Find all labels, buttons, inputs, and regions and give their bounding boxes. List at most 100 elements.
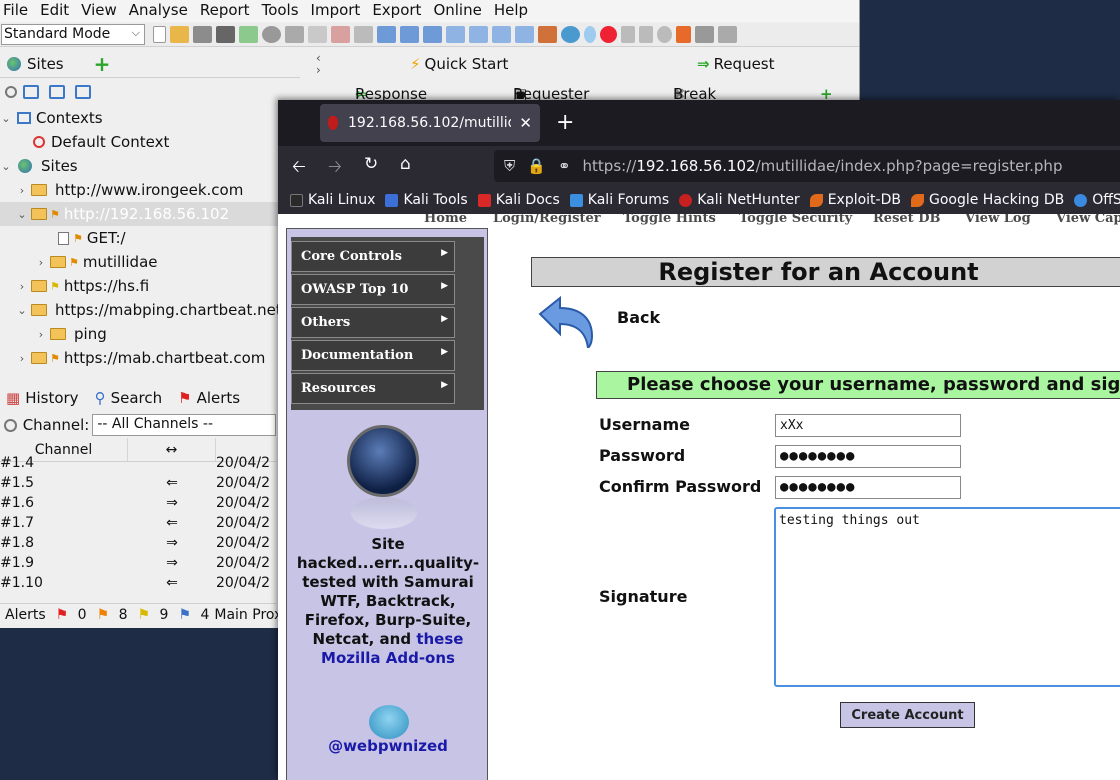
nav-toggle-hints[interactable]: Toggle Hints [623, 214, 716, 226]
panel-bottom-icon[interactable] [400, 26, 419, 43]
nav-home[interactable]: Home [424, 214, 467, 226]
new-context-icon[interactable] [23, 85, 39, 99]
username-field[interactable]: xXx [775, 414, 961, 437]
chevron-right-icon[interactable]: › [16, 280, 28, 293]
break-all-icon[interactable] [600, 26, 617, 43]
collapse-arrows-icon[interactable]: ‹ › [316, 52, 321, 76]
back-arrow-icon[interactable] [536, 296, 596, 348]
panel-full-icon[interactable] [423, 26, 442, 43]
back-link[interactable]: Back [617, 308, 660, 327]
snapshot-icon[interactable] [216, 26, 235, 43]
nav-login-register[interactable]: Login/Register [493, 214, 601, 226]
menu-analyse[interactable]: Analyse [128, 0, 197, 22]
tab-alerts[interactable]: ⚑ Alerts [178, 389, 240, 407]
encode-icon[interactable] [695, 26, 714, 43]
menu-report[interactable]: Report [199, 0, 259, 22]
signature-textarea[interactable]: testing things out [774, 507, 1120, 687]
table-row[interactable]: #1.5 ⇐ 20/04/2 [0, 473, 276, 493]
menu-documentation[interactable]: Documentation ▶ [291, 340, 455, 371]
scope-target-icon[interactable] [4, 418, 17, 432]
reload-icon[interactable]: ↻ [364, 154, 378, 174]
drop-icon[interactable] [657, 26, 672, 43]
bookmark-google-hacking-db[interactable]: Google Hacking DB [910, 192, 1064, 208]
manage-icon[interactable] [718, 26, 737, 43]
layout-split-icon[interactable] [446, 26, 465, 43]
bookmark-kali-linux[interactable]: Kali Linux [290, 192, 375, 208]
table-row[interactable]: #1.8 ⇒ 20/04/2 [0, 533, 276, 553]
tab-search[interactable]: ⚲ Search [95, 389, 163, 407]
menu-edit[interactable]: Edit [39, 0, 78, 22]
menu-file[interactable]: File [2, 0, 37, 22]
nav-view-captured[interactable]: View Capt [1056, 214, 1120, 226]
tree-node-mutillidae[interactable]: › ⚑ mutillidae [0, 250, 300, 274]
chevron-down-icon[interactable]: ⌄ [0, 160, 12, 173]
new-tab-plus-icon[interactable]: + [556, 110, 574, 135]
home-icon[interactable]: ⌂ [400, 154, 411, 174]
menu-import[interactable]: Import [310, 0, 370, 22]
continue-icon[interactable] [639, 26, 653, 43]
chevron-right-icon[interactable]: › [35, 328, 47, 341]
bookmark-kali-tools[interactable]: Kali Tools [385, 192, 468, 208]
forward-arrow-icon[interactable]: 🡢 [328, 154, 342, 183]
panel-left-icon[interactable] [377, 26, 396, 43]
chevron-right-icon[interactable]: › [35, 256, 47, 269]
create-account-button[interactable]: Create Account [840, 702, 975, 728]
password-field[interactable]: ●●●●●●●● [775, 445, 961, 468]
mode-select[interactable]: Standard Mode ⌵ [1, 24, 145, 45]
scope-target-icon[interactable] [5, 86, 17, 98]
step-icon[interactable] [621, 26, 635, 43]
tree-site-mab-chartbeat[interactable]: › ⚑ https://mab.chartbeat.com [0, 346, 300, 370]
import-context-icon[interactable] [49, 85, 65, 99]
tree-site-hs-fi[interactable]: › ⚑ https://hs.fi [0, 274, 300, 298]
twitter-handle-link[interactable]: @webpwnized [289, 737, 487, 755]
menu-owasp-top-10[interactable]: OWASP Top 10 ▶ [291, 274, 455, 305]
table-row[interactable]: #1.9 ⇒ 20/04/2 [0, 553, 276, 573]
menu-resources[interactable]: Resources ▶ [291, 373, 455, 404]
menu-core-controls[interactable]: Core Controls ▶ [291, 241, 455, 272]
tree-site-mabping[interactable]: ⌄ https://mabping.chartbeat.net [0, 298, 300, 322]
twitter-bird-icon[interactable] [369, 705, 409, 739]
tab-request[interactable]: ⇒ Request [697, 52, 775, 76]
chevron-down-icon[interactable]: ⌄ [0, 112, 12, 125]
hint-bulb-icon[interactable] [584, 26, 596, 43]
chevron-right-icon[interactable]: › [16, 184, 28, 197]
tree-node-get[interactable]: ⚑ GET:/ [0, 226, 300, 250]
http-icon[interactable] [354, 26, 373, 43]
bookmark-kali-forums[interactable]: Kali Forums [569, 192, 669, 208]
export-context-icon[interactable] [75, 85, 91, 99]
bookmark-kali-nethunter[interactable]: Kali NetHunter [679, 192, 800, 208]
menu-view[interactable]: View [80, 0, 126, 22]
tab-sites[interactable]: Sites [27, 55, 64, 73]
add-tab-icon[interactable]: + [94, 52, 111, 76]
update-icon[interactable] [561, 26, 580, 43]
layout-icon[interactable] [285, 26, 304, 43]
back-arrow-icon[interactable]: 🡠 [292, 154, 306, 183]
table-row[interactable]: #1.10 ⇐ 20/04/2 [0, 573, 276, 593]
menu-tools[interactable]: Tools [261, 0, 308, 22]
table-row[interactable]: #1.4 20/04/2 [0, 453, 276, 473]
table-row[interactable]: #1.6 ⇒ 20/04/2 [0, 493, 276, 513]
bookmark-exploit-db[interactable]: Exploit-DB [809, 192, 901, 208]
tree-site-irongeek[interactable]: › http://www.irongeek.com [0, 178, 300, 202]
channel-select[interactable]: -- All Channels -- [92, 414, 276, 436]
tab-history[interactable]: ▦ History [6, 389, 79, 407]
remove-icon[interactable] [331, 26, 350, 43]
tree-contexts[interactable]: ⌄ Contexts [0, 106, 300, 130]
close-icon[interactable]: ✕ [519, 114, 532, 132]
confirm-password-field[interactable]: ●●●●●●●● [775, 476, 961, 499]
tree-site-192-168-56-102[interactable]: ⌄ ⚑ http://192.168.56.102 [0, 202, 300, 226]
bookmark-offsec[interactable]: OffS [1074, 192, 1120, 208]
layout-side-icon[interactable] [492, 26, 511, 43]
table-row[interactable]: #1.7 ⇐ 20/04/2 [0, 513, 276, 533]
open-session-icon[interactable] [170, 26, 189, 43]
addons-icon[interactable] [538, 26, 557, 43]
nav-reset-db[interactable]: Reset DB [873, 214, 940, 226]
url-bar[interactable]: ⛨ 🔒 ⚭ https://192.168.56.102/mutillidae/… [494, 150, 1120, 182]
properties-icon[interactable] [239, 26, 258, 43]
nav-view-log[interactable]: View Log [965, 214, 1031, 226]
menu-export[interactable]: Export [371, 0, 430, 22]
layout-list-icon[interactable] [515, 26, 534, 43]
browser-tab[interactable]: 192.168.56.102/mutillidae ✕ [320, 104, 540, 142]
menu-help[interactable]: Help [493, 0, 537, 22]
chevron-down-icon[interactable]: ⌄ [16, 304, 28, 317]
